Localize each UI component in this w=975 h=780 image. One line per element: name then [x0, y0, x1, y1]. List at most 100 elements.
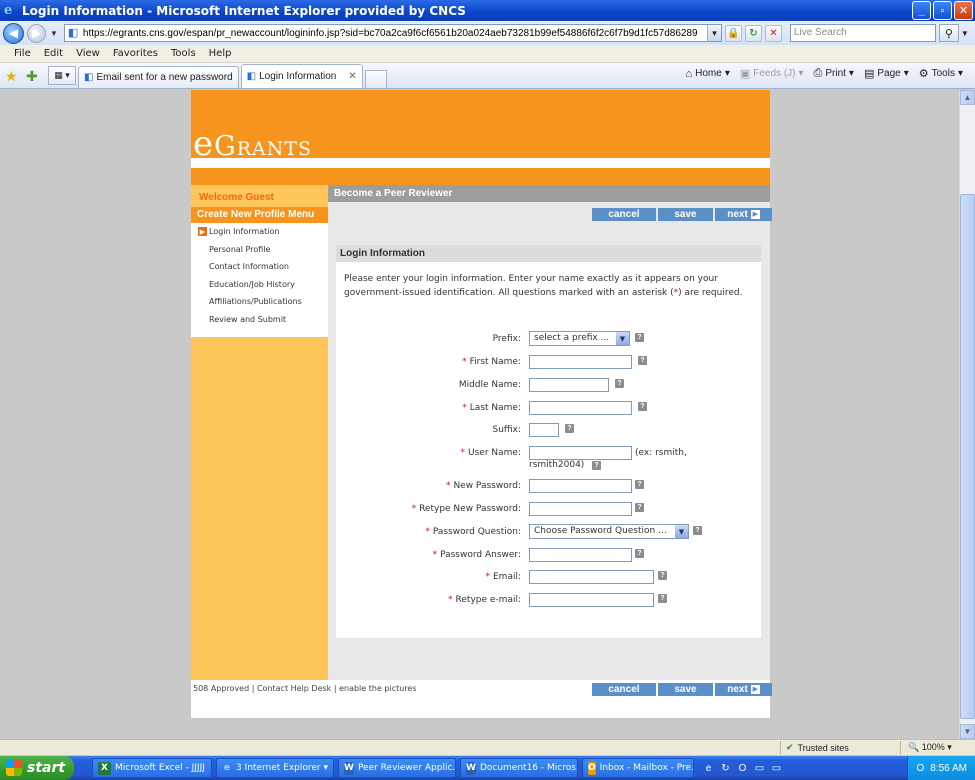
refresh-icon[interactable]: ↻	[719, 762, 732, 775]
retype-password-input[interactable]	[529, 502, 632, 516]
stop-icon[interactable]: ✕	[764, 24, 782, 42]
next-button-bottom[interactable]: next ▶	[715, 683, 772, 696]
chevron-down-icon: ▼	[616, 332, 629, 345]
help-icon[interactable]: ?	[693, 526, 702, 535]
menu-edit[interactable]: Edit	[44, 48, 63, 59]
cancel-button-bottom[interactable]: cancel	[592, 683, 656, 696]
menu-view[interactable]: View	[76, 48, 100, 59]
menu-item-affiliations-publications[interactable]: Affiliations/Publications	[191, 293, 328, 311]
start-button[interactable]: start	[0, 756, 74, 780]
feed-icon: ▣	[739, 68, 751, 80]
section-title: Become a Peer Reviewer	[328, 185, 770, 202]
quick-tabs-button[interactable]: ▦ ▾	[48, 66, 76, 85]
retype-email-input[interactable]	[529, 593, 654, 607]
search-icon[interactable]: ⚲	[938, 24, 959, 42]
save-button-top[interactable]: save	[658, 208, 713, 221]
help-icon[interactable]: ?	[635, 480, 644, 489]
help-icon[interactable]: ?	[635, 549, 644, 558]
middle-name-input[interactable]	[529, 378, 609, 392]
address-url[interactable]: https://egrants.cns.gov/espan/pr_newacco…	[83, 28, 707, 39]
user-name-row: * User Name: (ex: rsmith, rsmith2004) ?	[336, 445, 761, 470]
forward-button[interactable]: ▶	[27, 23, 46, 43]
page-menu-button[interactable]: ▤ Page ▾	[864, 67, 909, 80]
folder-icon[interactable]: ▭	[753, 762, 766, 775]
vertical-scrollbar[interactable]: ▲ ▼	[959, 90, 975, 739]
help-icon[interactable]: ?	[658, 594, 667, 603]
taskbar-document16[interactable]: W Document16 - Micros...	[460, 758, 578, 778]
last-name-input[interactable]	[529, 401, 632, 415]
password-answer-input[interactable]	[529, 548, 632, 562]
add-favorites-icon[interactable]: ✚	[26, 68, 42, 84]
status-divider	[900, 741, 901, 754]
first-name-label: * First Name:	[462, 357, 521, 367]
zoom-level[interactable]: 🔍 100% ▾	[908, 742, 952, 753]
taskbar-inbox[interactable]: O Inbox - Mailbox - Pre...	[582, 758, 694, 778]
footer-links[interactable]: 508 Approved | Contact Help Desk | enabl…	[193, 684, 417, 693]
print-button[interactable]: ⎙ Print ▾	[814, 67, 854, 80]
outlook-icon[interactable]: O	[917, 763, 925, 774]
help-icon[interactable]: ?	[565, 424, 574, 433]
next-button-top[interactable]: next ▶	[715, 208, 772, 221]
refresh-icon[interactable]: ↻	[744, 24, 762, 42]
lock-icon[interactable]: 🔒	[724, 24, 742, 42]
favorites-star-icon[interactable]: ★	[5, 68, 21, 84]
help-icon[interactable]: ?	[635, 503, 644, 512]
left-sidebar: Welcome Guest Create New Profile Menu ▶ …	[191, 185, 328, 718]
suffix-input[interactable]	[529, 423, 559, 437]
password-question-label: * Password Question:	[425, 527, 521, 537]
help-icon[interactable]: ?	[638, 402, 647, 411]
address-dropdown-icon[interactable]: ▼	[706, 25, 721, 41]
maximize-button[interactable]: ▫	[933, 1, 952, 20]
menu-item-contact-information[interactable]: Contact Information	[191, 258, 328, 276]
address-bar[interactable]: ◧ https://egrants.cns.gov/espan/pr_newac…	[63, 24, 722, 42]
scroll-up-icon[interactable]: ▲	[960, 90, 975, 105]
menu-tools[interactable]: Tools	[171, 48, 196, 59]
help-icon[interactable]: ?	[658, 571, 667, 580]
cancel-button-top[interactable]: cancel	[592, 208, 656, 221]
scroll-down-icon[interactable]: ▼	[960, 724, 975, 739]
tab-email-sent[interactable]: ◧ Email sent for a new password	[78, 66, 239, 88]
scrollbar-thumb[interactable]	[960, 194, 975, 719]
help-icon[interactable]: ?	[615, 379, 624, 388]
prefix-select[interactable]: select a prefix ... ▼	[529, 331, 630, 346]
clock[interactable]: 8:56 AM	[930, 763, 967, 774]
taskbar-peer-reviewer[interactable]: W Peer Reviewer Applic...	[338, 758, 456, 778]
prefix-label: Prefix:	[492, 334, 521, 344]
taskbar-excel[interactable]: X Microsoft Excel - JJJJJ	[92, 758, 212, 778]
new-password-input[interactable]	[529, 479, 632, 493]
password-question-select[interactable]: Choose Password Question ... ▼	[529, 524, 689, 539]
help-icon[interactable]: ?	[635, 333, 644, 342]
menu-favorites[interactable]: Favorites	[113, 48, 158, 59]
search-options-icon[interactable]: ▼	[961, 29, 969, 38]
outlook-icon[interactable]: O	[736, 762, 749, 775]
page-footer: 508 Approved | Contact Help Desk | enabl…	[191, 680, 772, 718]
home-button[interactable]: ⌂ Home ▾	[685, 68, 729, 80]
tools-menu-button[interactable]: ⚙ Tools ▾	[919, 67, 963, 80]
menu-item-education-job-history[interactable]: Education/Job History	[191, 276, 328, 294]
first-name-input[interactable]	[529, 355, 632, 369]
ie-icon[interactable]: e	[702, 762, 715, 775]
help-icon[interactable]: ?	[638, 356, 647, 365]
menu-item-review-and-submit[interactable]: Review and Submit	[191, 311, 328, 329]
history-dropdown-icon[interactable]: ▼	[50, 29, 58, 38]
new-tab-button[interactable]	[364, 70, 387, 88]
security-zone[interactable]: ✔ Trusted sites	[786, 742, 849, 753]
menu-help[interactable]: Help	[209, 48, 232, 59]
tab-login-information[interactable]: ◧ Login Information ✕	[240, 64, 363, 88]
tab-close-icon[interactable]: ✕	[348, 71, 356, 82]
minimize-button[interactable]: _	[912, 1, 931, 20]
menu-item-personal-profile[interactable]: Personal Profile	[191, 241, 328, 259]
close-button[interactable]: ✕	[954, 1, 973, 20]
taskbar-internet-explorer[interactable]: e 3 Internet Explorer ▾	[216, 758, 334, 778]
search-input[interactable]: Live Search	[789, 24, 936, 42]
email-input[interactable]	[529, 570, 654, 584]
menu-item-login-information[interactable]: ▶ Login Information	[191, 223, 328, 241]
gear-icon: ⚙	[918, 68, 929, 80]
folder-icon[interactable]: ▭	[770, 762, 783, 775]
save-button-bottom[interactable]: save	[658, 683, 713, 696]
menu-file[interactable]: File	[14, 48, 31, 59]
help-icon[interactable]: ?	[592, 461, 601, 470]
user-name-input[interactable]	[529, 446, 632, 460]
windows-taskbar: start X Microsoft Excel - JJJJJ e 3 Inte…	[0, 756, 975, 780]
back-button[interactable]: ◀	[3, 22, 24, 44]
